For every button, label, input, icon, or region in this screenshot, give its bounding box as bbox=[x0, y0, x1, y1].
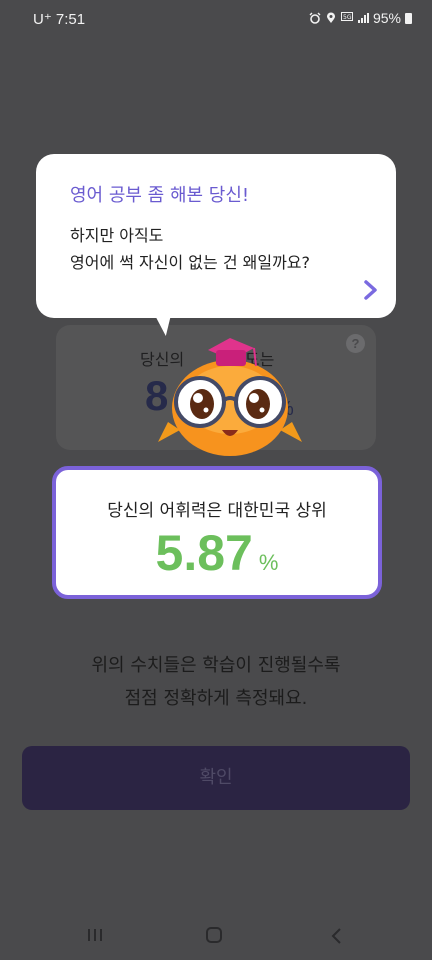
confirm-button[interactable]: 확인 bbox=[22, 746, 410, 810]
vocabulary-result-card: 당신의 어휘력은 대한민국 상위 5.87% bbox=[52, 466, 382, 599]
status-icons: 5G 95% bbox=[309, 10, 412, 26]
result-label: 당신의 어휘력은 대한민국 상위 bbox=[107, 501, 327, 521]
info-note-line1: 위의 수치들은 학습이 진행될수록 bbox=[91, 655, 341, 676]
bubble-text-line2: 영어에 썩 자신이 없는 건 왜일까요? bbox=[70, 253, 311, 272]
speech-bubble: 영어 공부 좀 해본 당신! 하지만 아직도 영어에 썩 자신이 없는 건 왜일… bbox=[36, 154, 396, 318]
system-nav-bar bbox=[0, 910, 432, 960]
battery-percent: 95% bbox=[372, 10, 401, 26]
help-icon[interactable]: ? bbox=[346, 334, 365, 353]
result-value-row: 5.87% bbox=[56, 524, 378, 582]
home-icon[interactable] bbox=[206, 927, 222, 943]
result-percentile-value: 5.87 bbox=[155, 525, 253, 581]
svg-text:5G: 5G bbox=[343, 14, 352, 21]
location-icon bbox=[326, 12, 335, 23]
carrier-time: U⁺ 7:51 bbox=[33, 11, 86, 28]
chevron-right-icon[interactable] bbox=[360, 278, 380, 302]
result-percent-unit: % bbox=[258, 550, 279, 575]
signal-icon bbox=[357, 13, 369, 23]
info-note-line2: 점점 정확하게 측정돼요. bbox=[124, 688, 308, 709]
bubble-text-line1: 하지만 아직도 bbox=[70, 226, 164, 245]
back-icon[interactable] bbox=[329, 927, 343, 945]
mascot-fish-character bbox=[158, 338, 302, 456]
battery-icon bbox=[405, 12, 412, 24]
alarm-icon bbox=[309, 12, 321, 24]
5g-icon: 5G bbox=[340, 12, 353, 21]
bubble-title: 영어 공부 좀 해본 당신! bbox=[70, 185, 250, 206]
status-bar: U⁺ 7:51 5G 95% bbox=[0, 0, 432, 38]
recent-apps-icon[interactable] bbox=[87, 928, 103, 942]
